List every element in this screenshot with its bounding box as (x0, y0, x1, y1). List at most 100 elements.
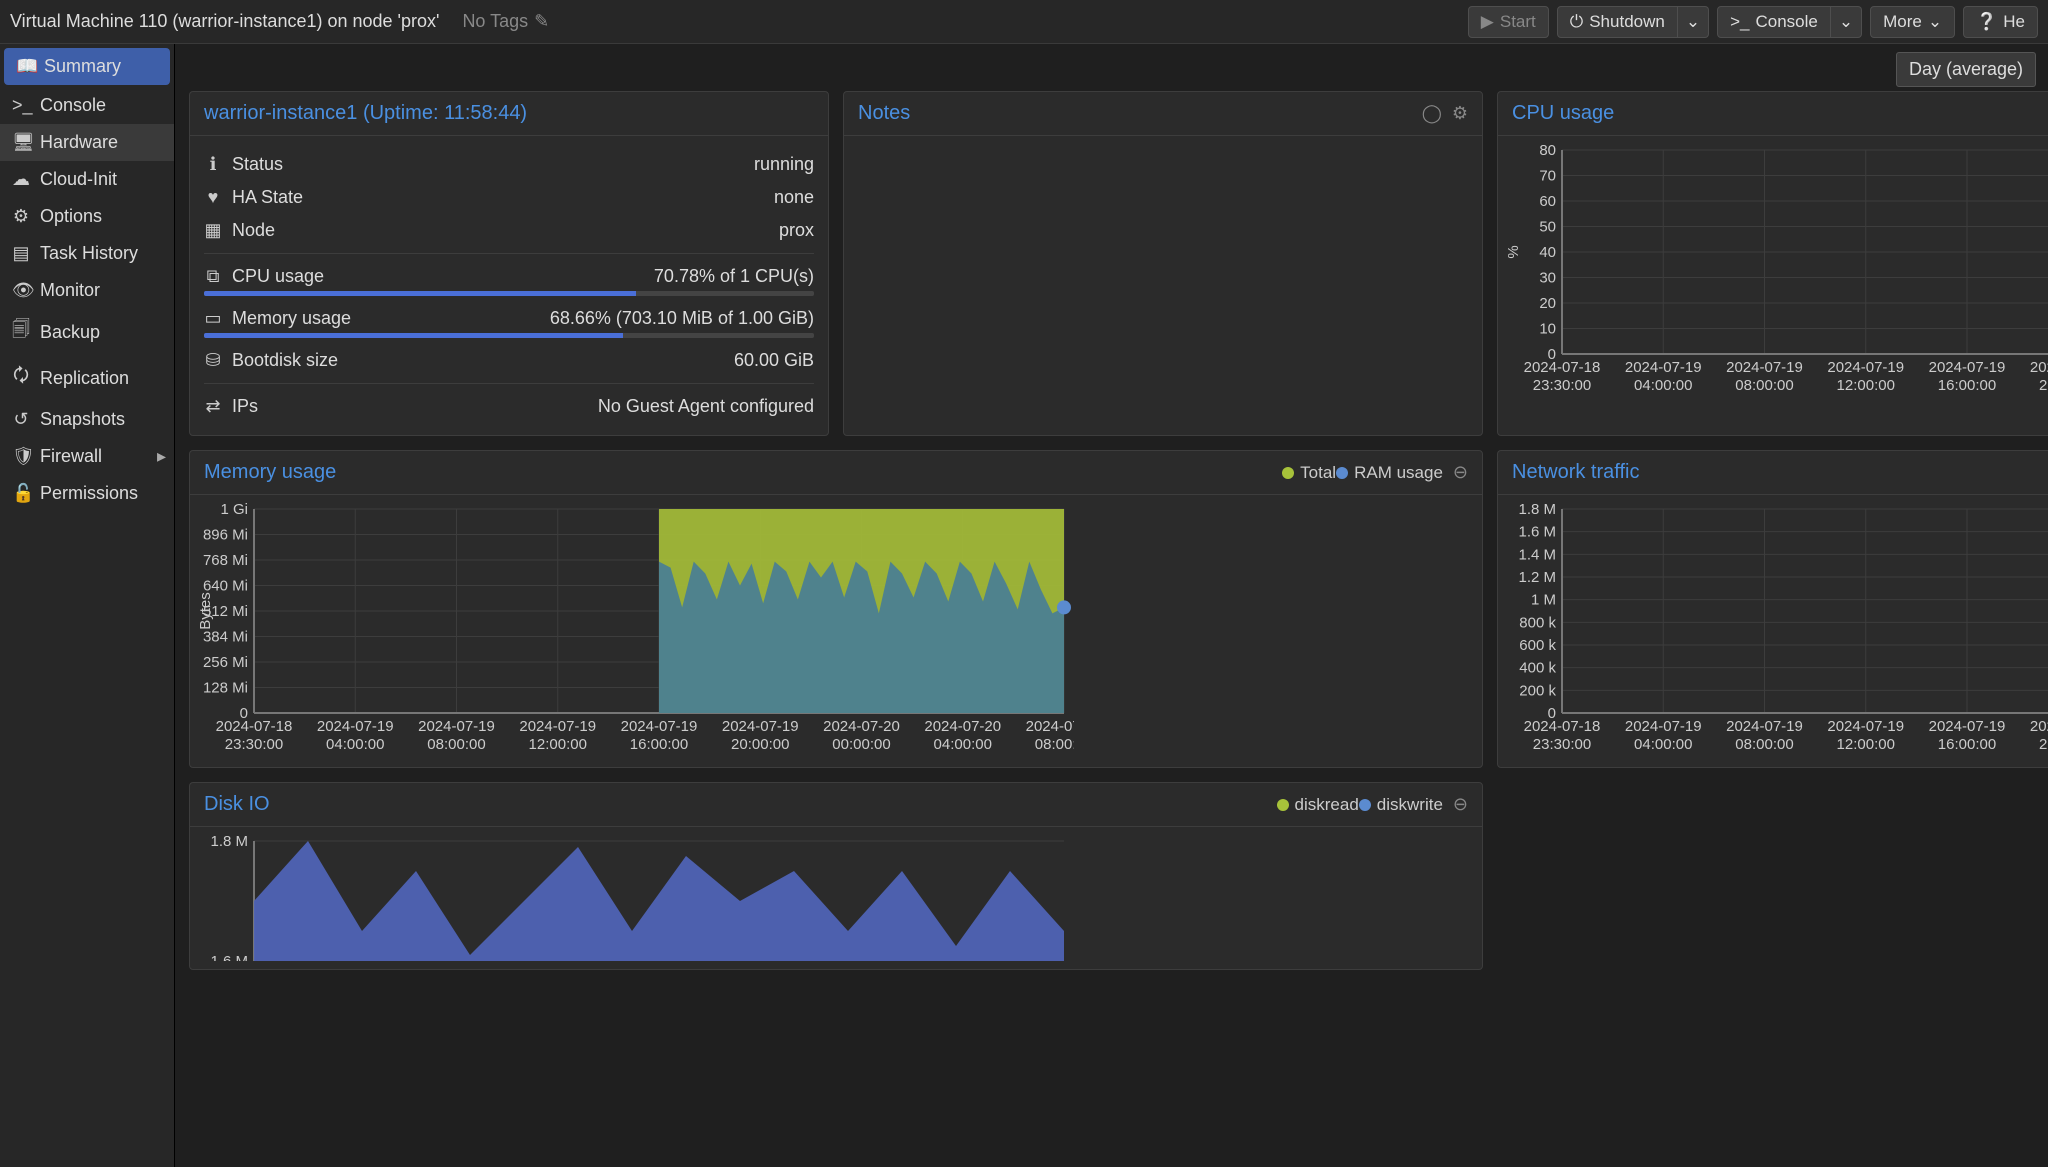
legend-dot-icon (1336, 467, 1348, 479)
svg-text:Bytes: Bytes (197, 592, 214, 630)
memory-chart-title: Memory usage (204, 461, 336, 484)
sidebar-item-monitor[interactable]: 👁Monitor (0, 272, 174, 309)
tags-label[interactable]: No Tags ✎ (462, 11, 549, 32)
play-icon: ▶ (1481, 12, 1494, 32)
sidebar-item-cloudinit[interactable]: ☁ Cloud-Init (0, 161, 174, 198)
sidebar-item-options[interactable]: ⚙Options (0, 198, 174, 235)
legend-dot-icon (1359, 799, 1371, 811)
svg-text:20:00:00: 20:00:00 (2039, 736, 2048, 753)
svg-text:2024-07-18: 2024-07-18 (1524, 718, 1601, 735)
svg-text:23:30:00: 23:30:00 (1533, 377, 1591, 394)
cpu-chart-panel: CPU usage CPU usage ⊖ 010203040506070802… (1497, 91, 2048, 436)
cloudinit-icon: ☁ (12, 169, 30, 190)
help-icon: ❔ (1976, 12, 1997, 32)
shutdown-dropdown[interactable]: ⌄ (1678, 6, 1709, 38)
svg-text:1.2 M: 1.2 M (1518, 569, 1556, 586)
sidebar-item-snapshots[interactable]: ↺ Snapshots (0, 401, 174, 438)
svg-text:16:00:00: 16:00:00 (1938, 377, 1996, 394)
svg-text:23:30:00: 23:30:00 (1533, 736, 1591, 753)
status-panel: warrior-instance1 (Uptime: 11:58:44) ℹSt… (189, 91, 829, 436)
sidebar-item-permissions[interactable]: 🔓Permissions (0, 475, 174, 512)
heart-icon: ♥ (204, 187, 222, 208)
svg-text:16:00:00: 16:00:00 (1938, 736, 1996, 753)
legend-dot-icon (1282, 467, 1294, 479)
snapshots-icon: ↺ (12, 409, 30, 430)
sidebar-item-label: Hardware (40, 132, 118, 153)
svg-text:40: 40 (1539, 244, 1556, 261)
svg-text:2024-07-19: 2024-07-19 (1625, 359, 1702, 376)
svg-text:30: 30 (1539, 270, 1556, 287)
timerange-select[interactable]: Day (average) (1896, 52, 2036, 87)
svg-text:200 k: 200 k (1519, 682, 1556, 699)
sidebar-item-label: Cloud-Init (40, 169, 117, 190)
svg-text:80: 80 (1539, 142, 1556, 159)
monitor-icon: 👁 (12, 280, 30, 301)
svg-text:384 Mi: 384 Mi (203, 629, 248, 646)
svg-text:2024-07-19: 2024-07-19 (519, 718, 596, 735)
chevron-down-icon: ⌄ (1686, 12, 1700, 32)
sidebar-item-taskhistory[interactable]: ▤ Task History (0, 235, 174, 272)
replication-icon: 🗘 (12, 363, 30, 393)
svg-text:2024-07-19: 2024-07-19 (2030, 359, 2048, 376)
svg-text:20: 20 (1539, 295, 1556, 312)
svg-text:20:00:00: 20:00:00 (2039, 377, 2048, 394)
memory-icon: ▭ (204, 308, 222, 329)
sidebar-item-backup[interactable]: 🗐Backup (0, 309, 174, 355)
shutdown-button[interactable]: ⏻Shutdown (1557, 6, 1678, 38)
svg-text:2024-07-19: 2024-07-19 (317, 718, 394, 735)
gear-icon[interactable]: ⚙ (1452, 103, 1468, 124)
console-button[interactable]: >_Console (1717, 6, 1831, 38)
notes-title: Notes (858, 102, 910, 125)
permissions-icon: 🔓 (12, 483, 30, 504)
sidebar-item-summary[interactable]: 📖Summary (4, 48, 170, 85)
sidebar-item-label: Task History (40, 243, 138, 264)
sidebar-item-hardware[interactable]: 🖥Hardware (0, 124, 174, 161)
taskhistory-icon: ▤ (12, 243, 30, 264)
svg-text:640 Mi: 640 Mi (203, 578, 248, 595)
svg-text:10: 10 (1539, 321, 1556, 338)
svg-text:04:00:00: 04:00:00 (1634, 377, 1692, 394)
svg-text:1.8 M: 1.8 M (1518, 501, 1556, 518)
sidebar-item-label: Replication (40, 368, 129, 389)
terminal-icon: >_ (1730, 12, 1749, 32)
svg-text:50: 50 (1539, 219, 1556, 236)
sidebar-item-label: Options (40, 206, 102, 227)
svg-text:2024-07-19: 2024-07-19 (1726, 718, 1803, 735)
help-button[interactable]: ❔He (1963, 6, 2038, 38)
more-button[interactable]: More⌄ (1870, 6, 1955, 38)
cpu-chart-title: CPU usage (1512, 102, 1614, 125)
svg-text:12:00:00: 12:00:00 (1837, 736, 1895, 753)
diskio-chart-panel: Disk IO diskread diskwrite ⊖ 1.6 M1.8 M (189, 782, 1483, 970)
sidebar-item-label: Console (40, 95, 106, 116)
backup-icon: 🗐 (12, 317, 30, 347)
svg-text:1 M: 1 M (1531, 592, 1556, 609)
sidebar-item-label: Snapshots (40, 409, 125, 430)
collapse-icon[interactable]: ⊖ (1453, 462, 1468, 483)
edit-tags-icon[interactable]: ✎ (534, 11, 549, 32)
chevron-down-icon: ⌄ (1839, 12, 1853, 32)
status-title: warrior-instance1 (Uptime: 11:58:44) (204, 102, 527, 125)
page-title: Virtual Machine 110 (warrior-instance1) … (10, 11, 454, 32)
sidebar-item-console[interactable]: >_Console (0, 87, 174, 124)
console-dropdown[interactable]: ⌄ (1831, 6, 1862, 38)
svg-text:800 k: 800 k (1519, 614, 1556, 631)
start-button[interactable]: ▶Start (1468, 6, 1549, 38)
summary-icon: 📖 (16, 56, 34, 77)
svg-text:2024-07-19: 2024-07-19 (1827, 359, 1904, 376)
svg-text:2024-07-18: 2024-07-18 (1524, 359, 1601, 376)
svg-text:2024-07-19: 2024-07-19 (1625, 718, 1702, 735)
sidebar-item-replication[interactable]: 🗘 Replication (0, 355, 174, 401)
svg-text:2024-07-19: 2024-07-19 (1827, 718, 1904, 735)
collapse-icon[interactable]: ⊖ (1453, 794, 1468, 815)
svg-text:1.4 M: 1.4 M (1518, 546, 1556, 563)
legend-label: Total (1300, 463, 1336, 483)
sidebar-item-firewall[interactable]: 🛡Firewall▸ (0, 438, 174, 475)
svg-text:04:00:00: 04:00:00 (326, 736, 384, 753)
svg-text:20:00:00: 20:00:00 (731, 736, 789, 753)
disk-icon: ⛁ (204, 350, 222, 371)
svg-text:256 Mi: 256 Mi (203, 654, 248, 671)
svg-text:08:00:00: 08:00:00 (1035, 736, 1074, 753)
svg-text:12:00:00: 12:00:00 (529, 736, 587, 753)
svg-text:2024-07-19: 2024-07-19 (2030, 718, 2048, 735)
bulk-edit-icon[interactable]: ◯ (1422, 103, 1442, 124)
